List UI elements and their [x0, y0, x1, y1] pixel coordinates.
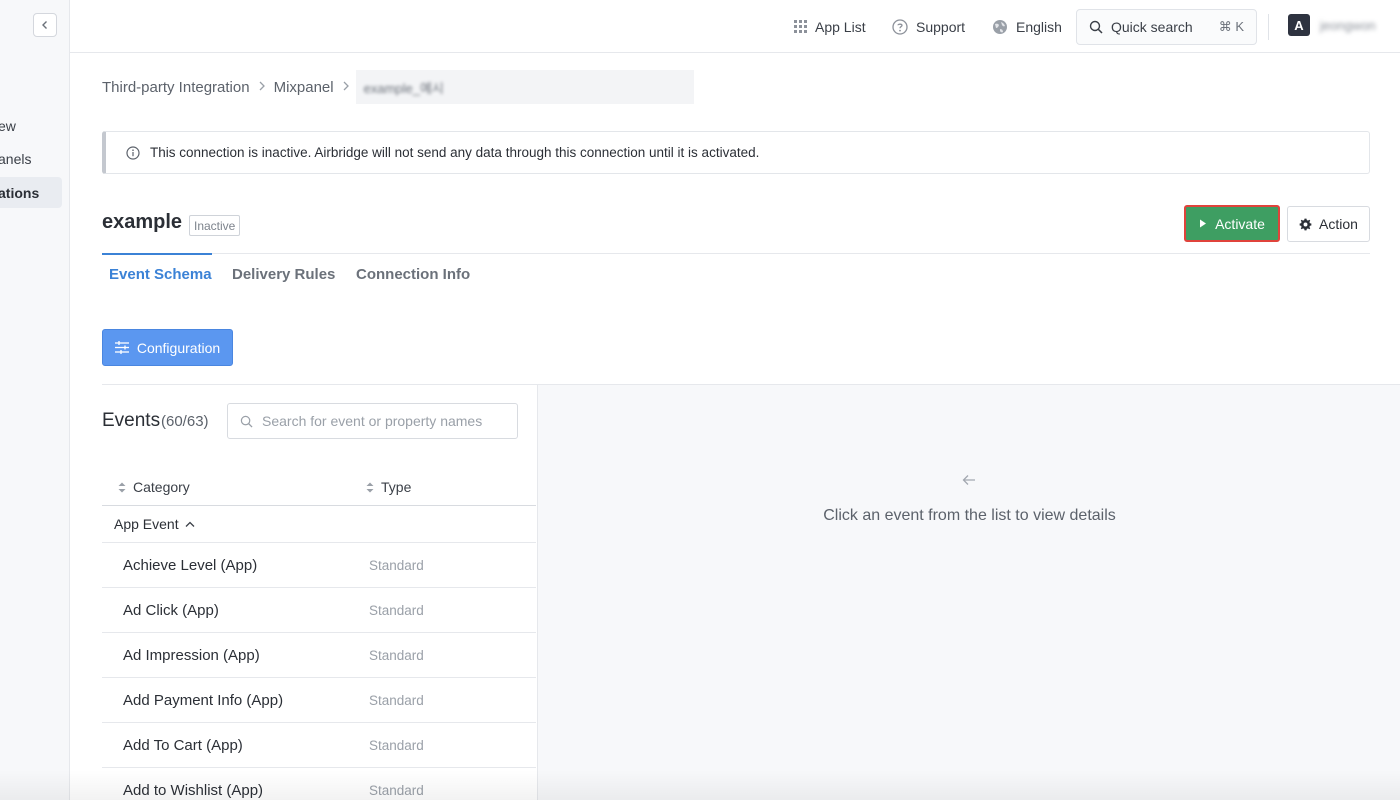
- type-column-header[interactable]: Type: [366, 479, 411, 495]
- arrow-left-icon: [962, 475, 975, 485]
- sidebar: ew anels ations: [0, 0, 70, 800]
- configuration-label: Configuration: [136, 339, 221, 356]
- search-icon: [240, 415, 253, 428]
- page-title: example: [102, 211, 183, 233]
- chevron-right-icon: [342, 80, 350, 94]
- event-name: Add Payment Info (App): [123, 692, 284, 709]
- table-row[interactable]: Add Payment Info (App) Standard: [102, 678, 536, 723]
- collapse-sidebar-button[interactable]: [33, 13, 57, 37]
- play-icon: [1200, 219, 1207, 228]
- empty-detail-message: Click an event from the list to view det…: [823, 507, 1116, 524]
- globe-icon: [993, 19, 1007, 34]
- event-detail-panel: Click an event from the list to view det…: [537, 385, 1400, 800]
- top-bar: App List Support English Quick search ⌘ …: [70, 0, 1400, 53]
- sidebar-item-overview[interactable]: ew: [0, 118, 16, 134]
- language-selector[interactable]: English: [992, 0, 1062, 53]
- activate-button[interactable]: Activate: [1184, 205, 1280, 242]
- event-name: Add To Cart (App): [123, 737, 243, 754]
- event-type: Standard: [369, 783, 424, 798]
- notice-text: This connection is inactive. Airbridge w…: [150, 145, 760, 160]
- category-header-label: Category: [133, 479, 190, 495]
- chevron-up-icon: [185, 521, 195, 527]
- event-search-field[interactable]: [227, 403, 518, 439]
- gear-icon: [1299, 218, 1312, 230]
- breadcrumb-current: example_예시: [355, 70, 694, 104]
- table-row[interactable]: Ad Impression (App) Standard: [102, 633, 536, 678]
- activate-label: Activate: [1215, 215, 1265, 232]
- category-column-header[interactable]: Category: [118, 479, 190, 495]
- info-icon: [126, 145, 140, 160]
- event-group-app-event[interactable]: App Event: [102, 506, 536, 543]
- group-label: App Event: [114, 516, 179, 532]
- quick-search-button[interactable]: Quick search ⌘ K: [1076, 9, 1257, 45]
- breadcrumb-current-label: example_예시: [363, 80, 444, 96]
- sort-icon: [118, 482, 126, 492]
- chevron-left-icon: [42, 21, 47, 29]
- event-type: Standard: [369, 693, 424, 708]
- app-list-label: App List: [815, 18, 866, 35]
- tabs-divider: [102, 253, 1370, 254]
- sort-icon: [366, 482, 374, 492]
- event-name: Ad Impression (App): [123, 647, 260, 664]
- app-list-button[interactable]: App List: [794, 0, 866, 53]
- action-button[interactable]: Action: [1287, 206, 1370, 242]
- support-label: Support: [916, 18, 966, 35]
- search-icon: [1089, 20, 1103, 34]
- sidebar-item-label: ations: [0, 184, 40, 201]
- event-name: Ad Click (App): [123, 602, 219, 619]
- inactive-notice: This connection is inactive. Airbridge w…: [102, 131, 1370, 174]
- language-label: English: [1016, 18, 1062, 35]
- status-badge: Inactive: [189, 215, 241, 236]
- breadcrumb-item[interactable]: Third-party Integration: [102, 79, 250, 96]
- action-label: Action: [1319, 216, 1358, 232]
- event-search-input[interactable]: [262, 413, 502, 429]
- table-row[interactable]: Add To Cart (App) Standard: [102, 723, 536, 768]
- chevron-right-icon: [258, 80, 266, 94]
- quick-search-label: Quick search: [1111, 19, 1193, 35]
- event-type: Standard: [369, 558, 424, 573]
- table-row[interactable]: Add to Wishlist (App) Standard: [102, 768, 536, 800]
- tab-event-schema[interactable]: Event Schema: [109, 266, 212, 283]
- breadcrumb-item[interactable]: Mixpanel: [274, 79, 334, 96]
- table-row[interactable]: Achieve Level (App) Standard: [102, 543, 536, 588]
- grid-icon: [794, 20, 807, 33]
- sliders-icon: [114, 341, 129, 354]
- username[interactable]: jeongwon: [1320, 18, 1376, 33]
- event-name: Achieve Level (App): [123, 557, 258, 574]
- type-header-label: Type: [381, 479, 412, 495]
- event-type: Standard: [369, 738, 424, 753]
- active-tab-indicator: [102, 253, 212, 255]
- support-button[interactable]: Support: [892, 0, 965, 53]
- table-row[interactable]: Ad Click (App) Standard: [102, 588, 536, 633]
- sidebar-item-integrations[interactable]: ations: [0, 177, 62, 208]
- breadcrumb: Third-party Integration Mixpanel example…: [102, 70, 694, 104]
- avatar[interactable]: A: [1288, 14, 1310, 36]
- events-title: Events: [102, 410, 161, 431]
- divider: [1268, 14, 1269, 40]
- tab-connection-info[interactable]: Connection Info: [356, 266, 470, 283]
- shortcut-hint: ⌘ K: [1218, 19, 1244, 34]
- tab-delivery-rules[interactable]: Delivery Rules: [232, 266, 335, 283]
- event-name: Add to Wishlist (App): [123, 782, 264, 799]
- sidebar-item-channels[interactable]: anels: [0, 151, 31, 167]
- events-count: (60/63): [161, 413, 209, 430]
- event-type: Standard: [369, 603, 424, 618]
- help-icon: [892, 18, 908, 35]
- event-type: Standard: [369, 648, 424, 663]
- configuration-button[interactable]: Configuration: [102, 329, 233, 366]
